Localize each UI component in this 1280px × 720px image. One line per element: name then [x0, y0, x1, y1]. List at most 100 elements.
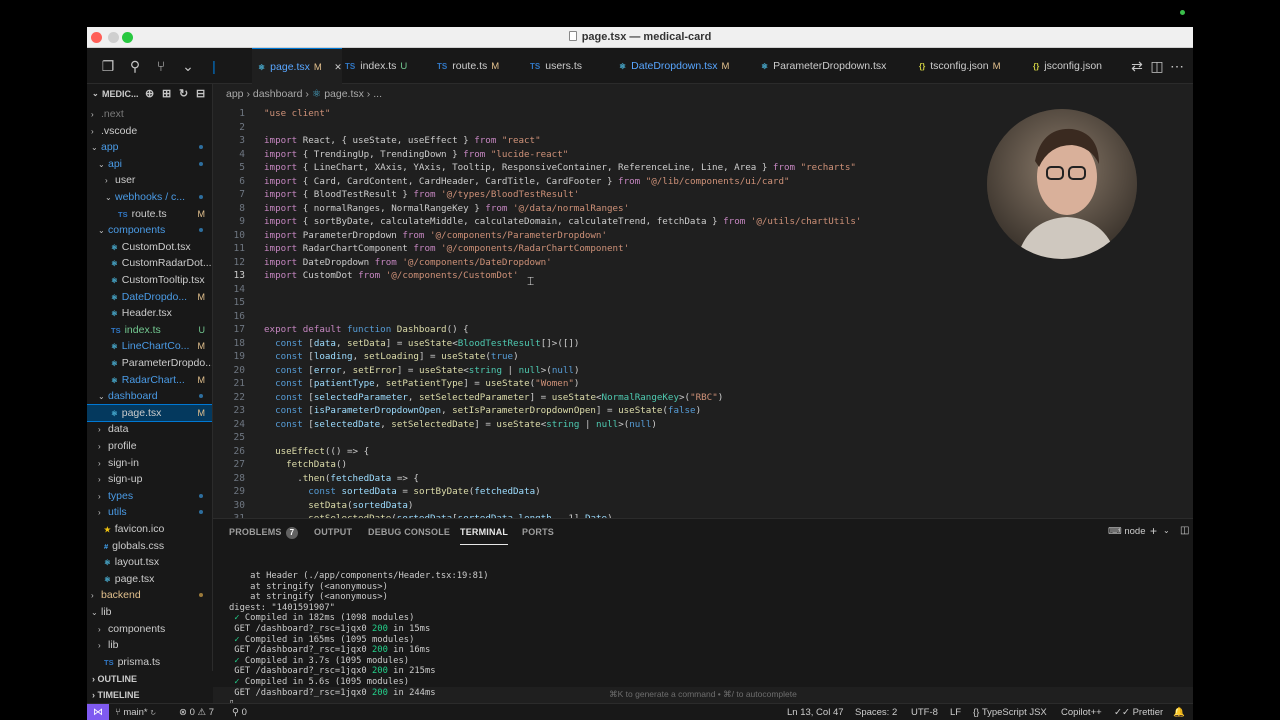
tree-item[interactable]: ★ favicon.ico	[87, 521, 212, 538]
tree-item[interactable]: ⌄ app	[87, 139, 212, 156]
more-actions-icon[interactable]: ⋯	[1168, 57, 1186, 75]
remote-icon[interactable]: ⋈	[87, 704, 109, 720]
bell-icon[interactable]: 🔔	[1173, 704, 1185, 720]
tree-item[interactable]: ⚛ page.tsx M	[87, 403, 212, 423]
encoding[interactable]: UTF-8	[911, 704, 938, 720]
tree-item[interactable]: › user	[87, 172, 212, 189]
tree-item[interactable]: › data	[87, 421, 212, 438]
tree-item[interactable]: ⌄ api	[87, 156, 212, 173]
tree-item[interactable]: ⚛ DateDropdo... M	[87, 289, 212, 306]
tree-item[interactable]: › backend	[87, 587, 212, 604]
tab-page-tsx[interactable]: ⚛ page.tsx M ✕	[252, 48, 342, 84]
code-line: import { normalRanges, NormalRangeKey } …	[264, 202, 630, 214]
tree-item[interactable]: › sign-up	[87, 471, 212, 488]
code-line: import { LineChart, XAxis, YAxis, Toolti…	[264, 162, 856, 173]
chevron-down-icon[interactable]: ⌄	[1163, 526, 1170, 535]
tree-item[interactable]: TS index.ts U	[87, 322, 212, 339]
tab-parameterdropdown-tsx[interactable]: ⚛ ParameterDropdown.tsx	[755, 48, 886, 84]
chevron-down-icon[interactable]: ⌄	[179, 57, 197, 75]
tree-item[interactable]: › utils	[87, 504, 212, 521]
collapse-all-icon[interactable]: ⊟	[196, 87, 205, 100]
new-terminal-icon[interactable]: +	[1150, 524, 1157, 538]
tab-ports[interactable]: PORTS	[522, 519, 554, 545]
tree-item[interactable]: › .vscode	[87, 123, 212, 140]
terminal-shell-selector[interactable]: ⌨ node	[1108, 526, 1146, 537]
tab-problems[interactable]: PROBLEMS 7	[229, 519, 299, 545]
chevron-down-icon[interactable]: ⌄	[92, 89, 99, 98]
tree-item[interactable]: › components	[87, 621, 212, 638]
tab-tsconfig-json[interactable]: {} tsconfig.json M	[913, 48, 1001, 84]
cursor-position[interactable]: Ln 13, Col 47	[787, 704, 844, 720]
new-folder-icon[interactable]: ⊞	[162, 87, 171, 100]
tree-item[interactable]: ⚛ ParameterDropdo...	[87, 355, 212, 372]
tree-item[interactable]: › profile	[87, 438, 212, 455]
line-number: 22	[233, 391, 245, 403]
breadcrumb-item[interactable]: app	[226, 88, 244, 100]
tree-item-label: CustomDot.tsx	[121, 240, 191, 253]
terminal-line: ✓ Compiled in 165ms (1095 modules)	[229, 634, 415, 645]
copilot-status[interactable]: Copilot++	[1061, 704, 1102, 720]
tree-item[interactable]: TS route.ts M	[87, 206, 212, 223]
breadcrumb-separator-icon: ›	[243, 88, 253, 100]
prettier-label: Prettier	[1132, 707, 1164, 718]
tree-item[interactable]: ⌄ dashboard	[87, 388, 212, 405]
indentation[interactable]: Spaces: 2	[855, 704, 897, 720]
tree-item[interactable]: ⌄ webhooks / c...	[87, 189, 212, 206]
tree-item[interactable]: ⌄ components	[87, 222, 212, 239]
minimap[interactable]	[1179, 104, 1193, 518]
branch-status[interactable]: ⑂ main* ↻	[115, 704, 156, 720]
tab-jsconfig-json[interactable]: {} jsconfig.json	[1027, 48, 1102, 84]
ports-count: 0	[241, 707, 247, 718]
problems-count-badge: 7	[285, 527, 299, 539]
tab-users-ts[interactable]: TS users.ts	[524, 48, 582, 84]
tree-item[interactable]: › .next	[87, 106, 212, 123]
tree-item[interactable]: ⚛ CustomDot.tsx	[87, 239, 212, 256]
problems-status[interactable]: ⊗ 0 ⚠ 7	[179, 704, 214, 720]
split-terminal-icon[interactable]: ◫	[1180, 525, 1189, 536]
react-file-icon: ⚛	[104, 574, 111, 584]
tab-debug-console[interactable]: DEBUG CONSOLE	[368, 519, 450, 545]
breadcrumb-item[interactable]: page.tsx	[324, 88, 364, 100]
tab-datedropdown-tsx[interactable]: ⚛ DateDropdown.tsx M	[613, 48, 729, 84]
tab-output[interactable]: OUTPUT	[314, 519, 352, 545]
tree-item[interactable]: ⌄ lib	[87, 604, 212, 621]
tree-item-label: backend	[101, 589, 141, 602]
ports-status[interactable]: ⚲ 0	[232, 704, 247, 720]
new-file-icon[interactable]: ⊕	[145, 87, 154, 100]
chevron-right-icon: ›	[98, 425, 101, 435]
git-status-badge: M	[197, 407, 206, 418]
refresh-icon[interactable]: ↻	[179, 87, 188, 100]
search-icon[interactable]: ⚲	[126, 57, 144, 75]
tree-item[interactable]: › lib	[87, 637, 212, 654]
breadcrumb-item[interactable]: ...	[373, 88, 382, 100]
chevron-right-icon: ›	[91, 591, 94, 601]
tab-terminal[interactable]: TERMINAL	[460, 519, 509, 545]
explorer-icon[interactable]: ❐	[99, 57, 117, 75]
tree-item[interactable]: ⚛ Header.tsx	[87, 305, 212, 322]
outline-section[interactable]: › OUTLINE	[87, 671, 213, 687]
breadcrumb-item[interactable]: dashboard	[253, 88, 303, 100]
tree-item[interactable]: ⚛ RadarChart... M	[87, 372, 212, 389]
terminal-line: GET /dashboard?_rsc=1jqx0 200 in 16ms	[229, 645, 431, 656]
language-mode[interactable]: {} TypeScript JSX	[973, 704, 1047, 720]
tree-item[interactable]: › types	[87, 488, 212, 505]
timeline-section[interactable]: › TIMELINE	[87, 687, 213, 703]
tree-item[interactable]: ⚛ CustomTooltip.tsx	[87, 272, 212, 289]
tree-item[interactable]: ⚛ page.tsx	[87, 571, 212, 588]
tree-item[interactable]: ⚛ LineChartCo... M	[87, 338, 212, 355]
source-control-icon[interactable]: ⑂	[152, 57, 170, 75]
tree-item[interactable]: ⚛ CustomRadarDot....	[87, 255, 212, 272]
tree-item[interactable]: TS prisma.ts	[87, 654, 212, 671]
prettier-status[interactable]: ✓✓ Prettier	[1114, 704, 1163, 720]
split-editor-icon[interactable]: ◫	[1148, 57, 1166, 75]
tab-index-ts[interactable]: TS index.ts U	[339, 48, 407, 84]
terminal-line: digest: "1401591907"	[229, 602, 335, 613]
tree-item[interactable]: › sign-in	[87, 455, 212, 472]
toggle-ai-pane-icon[interactable]: ⇄	[1128, 57, 1146, 75]
tree-item-label: LineChartCo...	[121, 340, 190, 353]
tab-route-ts[interactable]: TS route.ts M	[431, 48, 499, 84]
tree-item[interactable]: # globals.css	[87, 538, 212, 555]
code-line: import { sortByDate, calculateMiddle, ca…	[264, 216, 862, 227]
end-of-line[interactable]: LF	[950, 704, 961, 720]
tree-item[interactable]: ⚛ layout.tsx	[87, 554, 212, 571]
